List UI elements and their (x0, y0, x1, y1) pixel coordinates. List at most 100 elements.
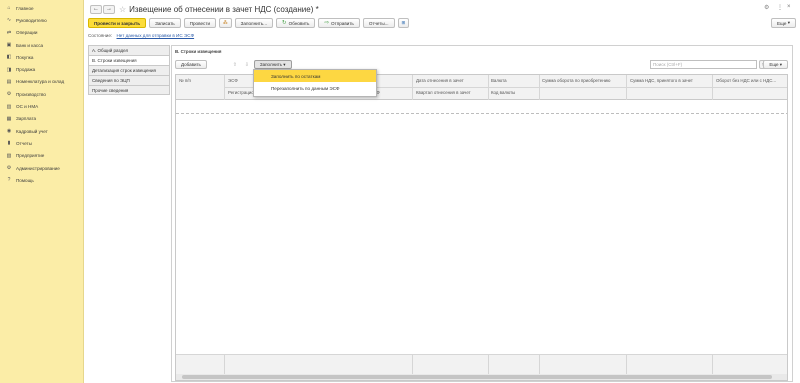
col-header-num[interactable]: № п/п (179, 78, 191, 83)
move-up-icon[interactable]: ⇧ (230, 60, 240, 69)
tab-general[interactable]: А. Общий раздел (88, 45, 170, 55)
send-label: Отправить (331, 20, 354, 26)
menu-item-fill-by-balances[interactable]: Заполнить по остаткам (254, 70, 376, 82)
col-header-credit-quarter[interactable]: Квартал отнесения в зачет (416, 90, 471, 95)
production-icon: ⚙ (6, 91, 12, 98)
col-header-currency[interactable]: Валюта (491, 78, 507, 83)
search-input[interactable]: Поиск (Ctrl+F) (650, 60, 757, 69)
help-icon: ? (7, 177, 11, 184)
scrollbar-thumb[interactable] (182, 375, 772, 379)
back-button[interactable]: ← (90, 4, 102, 14)
sidebar-item-help[interactable]: ? Помощь (0, 174, 83, 186)
sidebar-item-label: ОС и НМА (16, 104, 39, 110)
menu-item-refill-by-esf[interactable]: Перезаполнить по данным ЭСФ (254, 82, 376, 94)
more-button[interactable]: Еще ▾ (771, 18, 796, 28)
sidebar-item-bank[interactable]: ▣ Банк и касса (0, 39, 83, 51)
form-toolbar: Провести и закрыть Записать Провести ⁂ З… (88, 17, 796, 29)
sidebar-item-admin[interactable]: ⚙ Администрирование (0, 162, 83, 174)
send-button[interactable]: ⇨ Отправить (318, 18, 360, 28)
post-and-close-button[interactable]: Провести и закрыть (88, 18, 147, 28)
table-more-label: Еще (769, 62, 779, 67)
fill-button[interactable]: Заполнить... (234, 18, 274, 28)
refresh-icon: ↻ (282, 20, 287, 26)
sidebar-item-sales[interactable]: ◨ Продажа (0, 63, 83, 75)
reports-button[interactable]: Отчеты... (362, 18, 395, 28)
col-header-credit-date[interactable]: Дата отнесения в зачет (416, 78, 464, 83)
link-icon[interactable]: ⚙ (764, 4, 769, 11)
tab-notice-lines[interactable]: В. Строки извещения (88, 55, 170, 65)
home-icon: ⌂ (7, 5, 11, 12)
panel-title: В. Строки извещения (175, 49, 222, 54)
sidebar-item-enterprise[interactable]: ▧ Предприятие (0, 150, 83, 162)
more-vertical-icon[interactable]: ⋮ (777, 4, 783, 11)
structure-button[interactable]: ⊞ (397, 18, 410, 28)
status-label: Состояние: (88, 33, 113, 38)
chevron-down-icon: ▾ (779, 61, 782, 67)
status-line: Состояние: Нет данных для отправки в ИС … (88, 33, 194, 38)
sidebar-item-salary[interactable]: ▦ Зарплата (0, 113, 83, 125)
horizontal-scrollbar[interactable] (176, 374, 787, 380)
col-header-esf[interactable]: ЭСФ (228, 78, 238, 83)
status-link[interactable]: Нет данных для отправки в ИС ЭСФ (116, 33, 194, 38)
post-button[interactable]: Провести (183, 18, 217, 28)
sidebar-item-label: Предприятие (16, 153, 45, 159)
close-icon[interactable]: × (787, 4, 791, 10)
notice-lines-table[interactable]: № п/п ЭСФ Регистрационный номер ЭСФ ЭСФ … (175, 74, 788, 381)
move-down-icon[interactable]: ⇩ (242, 60, 252, 69)
col-header-currency-code[interactable]: Код валюты (491, 90, 515, 95)
sidebar-item-label: Администрирование (16, 165, 60, 171)
sidebar-item-label: Руководителю (16, 17, 47, 23)
add-button[interactable]: Добавить (175, 60, 207, 69)
col-header-turnover-novat[interactable]: Оборот без НДС или с НДС... (716, 78, 776, 83)
sidebar-item-label: Отчеты (16, 140, 32, 146)
enterprise-icon: ▧ (6, 152, 12, 159)
sidebar-item-label: Производство (16, 91, 46, 97)
page-title: Извещение об отнесении в зачет НДС (созд… (129, 4, 319, 14)
fill-dropdown-button[interactable]: Заполнить ▾ (253, 60, 292, 69)
reports-icon: ▮ (7, 140, 11, 147)
sidebar-item-purchase[interactable]: ◧ Покупка (0, 51, 83, 63)
warehouse-icon: ▤ (6, 78, 12, 85)
admin-icon: ⚙ (6, 165, 12, 171)
sidebar-item-reports[interactable]: ▮ Отчеты (0, 137, 83, 149)
sidebar-item-manager[interactable]: ∿ Руководителю (0, 14, 83, 26)
fill-dropdown-menu: Заполнить по остаткам Перезаполнить по д… (253, 69, 377, 97)
sidebar-item-operations[interactable]: ⇄ Операции (0, 27, 83, 39)
sidebar-item-label: Кадровый учет (16, 128, 48, 134)
fill-dropdown-label: Заполнить (259, 62, 282, 67)
sidebar-item-warehouse[interactable]: ▤ Номенклатура и склад (0, 76, 83, 88)
sidebar-item-production[interactable]: ⚙ Производство (0, 88, 83, 100)
chevron-down-icon: ▾ (283, 61, 286, 67)
sidebar-item-label: Номенклатура и склад (16, 79, 65, 85)
sidebar-item-label: Зарплата (16, 116, 37, 122)
chevron-down-icon: ▾ (787, 20, 790, 25)
structure-icon: ⊞ (401, 20, 406, 25)
sidebar-item-label: Помощь (16, 177, 34, 183)
bank-icon: ▣ (6, 42, 12, 49)
tab-other[interactable]: Прочие сведения (88, 85, 170, 95)
sidebar-item-fixed-assets[interactable]: ▥ ОС и НМА (0, 100, 83, 112)
refresh-button[interactable]: ↻ Обновить (276, 18, 316, 28)
fixed-assets-icon: ▥ (6, 103, 12, 110)
table-more-button[interactable]: Еще ▾ (763, 60, 788, 69)
sidebar-item-label: Банк и касса (16, 42, 44, 48)
chart-icon: ∿ (6, 17, 12, 24)
col-header-vat[interactable]: Сумма НДС, принятого в зачет (630, 78, 693, 83)
sidebar: ⌂ Главное ∿ Руководителю ⇄ Операции ▣ Банк и… (0, 0, 84, 383)
star-icon[interactable]: ☆ (119, 5, 126, 14)
more-label: Еще (777, 20, 787, 26)
table-row-focus (176, 113, 787, 114)
tab-line-detail[interactable]: Детализация строк извещения (88, 65, 170, 75)
col-header-turnover[interactable]: Сумма оборота по приобретению (542, 78, 610, 83)
hr-icon: ◉ (6, 128, 12, 135)
salary-icon: ▦ (6, 115, 12, 122)
post-movements-button[interactable]: ⁂ (219, 18, 232, 28)
forward-button[interactable]: → (103, 4, 115, 14)
table-footer (176, 354, 787, 375)
tab-signature[interactable]: Сведения по ЭЦП (88, 75, 170, 85)
sidebar-item-label: Покупка (16, 54, 34, 60)
title-bar: ← → ☆ Извещение об отнесении в зачет НДС… (90, 4, 319, 14)
save-button[interactable]: Записать (149, 18, 181, 28)
sidebar-item-main[interactable]: ⌂ Главное (0, 2, 83, 14)
sidebar-item-hr[interactable]: ◉ Кадровый учет (0, 125, 83, 137)
